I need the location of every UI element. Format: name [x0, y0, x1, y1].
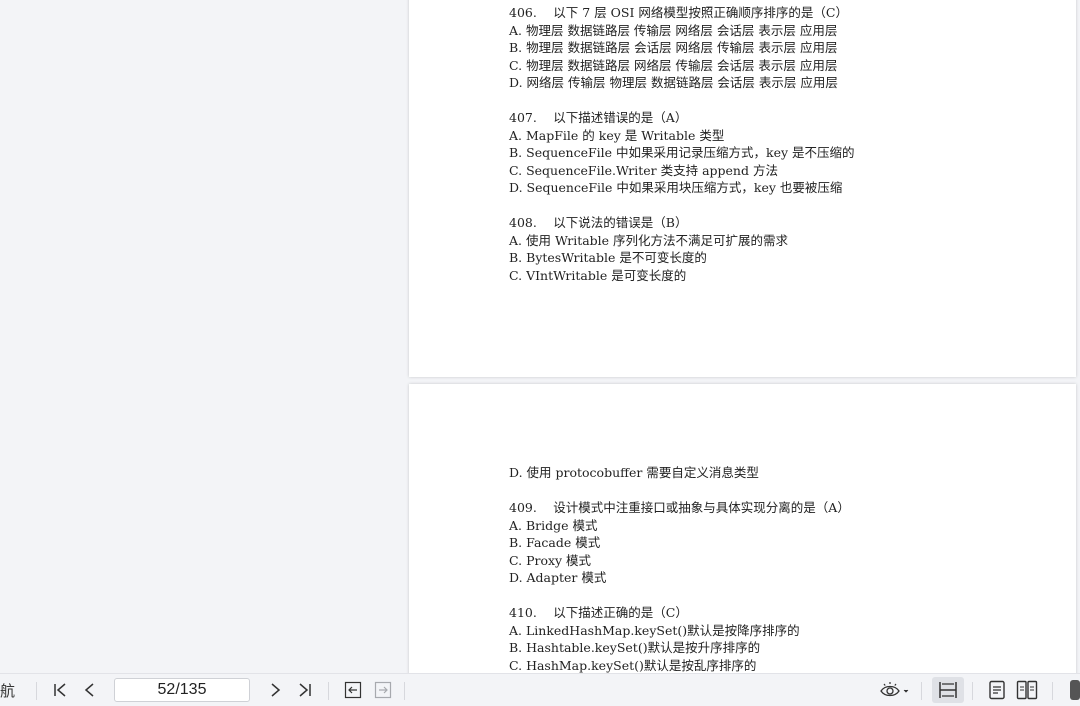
text-line: D. 网络层 传输层 物理层 数据链路层 会话层 表示层 应用层 [509, 75, 838, 90]
text-line: D. Adapter 模式 [509, 570, 607, 585]
text-line: B. Facade 模式 [509, 535, 601, 550]
forward-icon [374, 681, 392, 699]
text-line: C. SequenceFile.Writer 类支持 append 方法 [509, 162, 778, 178]
page-number-input[interactable]: 52/135 [114, 678, 250, 702]
text-line: D. SequenceFile 中如果采用块压缩方式，key 也要被压缩 [509, 180, 843, 195]
text-line: C. Proxy 模式 [509, 552, 592, 568]
fit-width-icon [939, 682, 957, 698]
two-page-view-button[interactable] [1014, 674, 1040, 706]
more-button[interactable] [1066, 674, 1080, 706]
text-line: B. Hashtable.keySet()默认是按升序排序的 [509, 640, 761, 655]
view-mode-dropdown[interactable] [874, 674, 914, 706]
text-line: 408. 以下说法的错误是（B） [509, 215, 688, 230]
first-page-button[interactable] [47, 674, 73, 706]
text-line: D. 使用 protocobuffer 需要自定义消息类型 [509, 465, 759, 480]
divider [1052, 682, 1053, 700]
text-line: C. HashMap.keySet()默认是按乱序排序的 [509, 657, 757, 673]
document-viewer[interactable]: 406. 以下 7 层 OSI 网络模型按照正确顺序排序的是（C） A. 物理层 … [0, 0, 1080, 673]
navigation-label[interactable]: 导航 [0, 674, 20, 706]
page-text: 406. 以下 7 层 OSI 网络模型按照正确顺序排序的是（C） A. 物理层 … [509, 4, 1066, 284]
text-line: A. MapFile 的 key 是 Writable 类型 [509, 127, 725, 143]
pdf-page: 406. 以下 7 层 OSI 网络模型按照正确顺序排序的是（C） A. 物理层 … [409, 0, 1076, 377]
single-page-icon [989, 680, 1005, 700]
text-line: A. 物理层 数据链路层 传输层 网络层 会话层 表示层 应用层 [509, 22, 838, 38]
divider [36, 682, 37, 700]
last-page-button[interactable] [292, 674, 318, 706]
divider [921, 682, 922, 700]
pdf-page: D. 使用 protocobuffer 需要自定义消息类型 409. 设计模式中注… [409, 384, 1076, 673]
next-page-icon [271, 683, 281, 697]
text-line: 406. 以下 7 层 OSI 网络模型按照正确顺序排序的是（C） [509, 5, 848, 20]
eye-icon [880, 682, 909, 697]
text-line: A. LinkedHashMap.keySet()默认是按降序排序的 [509, 622, 800, 638]
text-line: 409. 设计模式中注重接口或抽象与具体实现分离的是（A） [509, 500, 850, 515]
next-page-button[interactable] [262, 674, 288, 706]
navigation-label-text: 导航 [0, 681, 16, 700]
text-line: 407. 以下描述错误的是（A） [509, 110, 688, 125]
more-icon [1070, 680, 1080, 700]
text-line: 410. 以下描述正确的是（C） [509, 605, 688, 620]
text-line: A. Bridge 模式 [509, 517, 598, 533]
single-page-view-button[interactable] [984, 674, 1010, 706]
divider [404, 682, 405, 700]
text-line: B. SequenceFile 中如果采用记录压缩方式，key 是不压缩的 [509, 145, 855, 160]
back-button[interactable] [340, 674, 366, 706]
prev-page-icon [84, 683, 94, 697]
divider [328, 682, 329, 700]
text-line: B. 物理层 数据链路层 会话层 网络层 传输层 表示层 应用层 [509, 40, 838, 55]
forward-button[interactable] [370, 674, 396, 706]
divider [972, 682, 973, 700]
two-page-icon [1016, 680, 1038, 700]
text-line: B. BytesWritable 是不可变长度的 [509, 250, 707, 265]
first-page-icon [54, 683, 66, 697]
text-line: C. 物理层 数据链路层 网络层 传输层 会话层 表示层 应用层 [509, 57, 838, 73]
page-text: D. 使用 protocobuffer 需要自定义消息类型 409. 设计模式中注… [509, 464, 1066, 673]
text-line: C. VIntWritable 是可变长度的 [509, 267, 687, 283]
last-page-icon [299, 683, 311, 697]
fit-width-button[interactable] [932, 677, 964, 703]
prev-page-button[interactable] [77, 674, 103, 706]
text-line: A. 使用 Writable 序列化方法不满足可扩展的需求 [509, 232, 789, 248]
bottom-toolbar: 导航 52/135 [0, 673, 1080, 706]
back-icon [344, 681, 362, 699]
